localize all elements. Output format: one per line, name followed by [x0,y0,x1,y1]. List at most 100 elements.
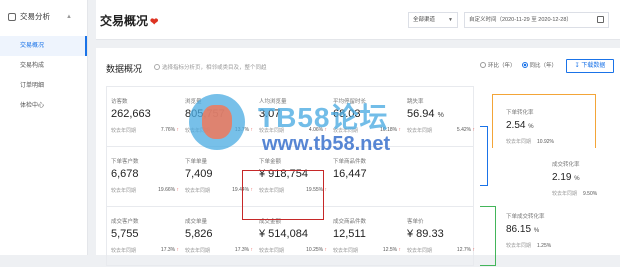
metric-label: 下单金额 [259,159,282,165]
compare-label: 较去年同期 [111,128,137,134]
page-title-text: 交易概况 [100,14,149,28]
compare-label: 较去年同期 [407,248,433,254]
arrow-up-icon: ↑ [250,247,254,253]
metric-number: 12,511 [333,228,366,240]
metric-card[interactable]: 下单商品件数 16,447 [329,147,403,207]
date-range-picker[interactable]: 自定义时间（2020-11-29 至 2020-12-28） [464,12,609,28]
compare-label: 较去年同期 [506,139,532,145]
metric-card[interactable]: 下单客户数 6,678 较去年同期 19.66% ↑ [107,147,181,207]
metric-label: 成交商品件数 [333,219,367,225]
chart-icon [8,12,16,21]
radio-dot [521,62,528,68]
conversion-funnel: 下单转化率 2.54 % 较去年同期 10.92% 成交转化率 2.19 % 较去… [480,94,616,266]
arrow-up-icon: ↑ [250,127,254,133]
compare-pct: 10.92% [537,139,554,145]
metric-card[interactable]: 客单价 ¥ 89.33 较去年同期 12.7% ↑ [403,207,477,267]
metric-number: ¥ 89.33 [407,228,444,240]
metric-number: 5,755 [111,228,139,240]
compare-pct: 17.3% ↑ [235,247,253,253]
funnel-deal-rate-label: 成交转化率 [552,162,580,168]
sidebar-item-composition[interactable]: 交易构成 [0,56,87,76]
caret-down-icon: ▼ [448,17,453,23]
metric-number: 16,447 [333,168,367,180]
metric-unit: % [437,112,444,119]
compare-label: 较去年同期 [111,248,137,254]
metric-value: 56.94 % [407,108,444,120]
compare-pct-value: 17.3% [160,247,176,253]
metric-card[interactable]: 跳失率 56.94 % 较去年同期 5.42% ↑ [403,87,477,147]
metric-compare: 较去年同期 7.76% ↑ [111,127,183,134]
highlight-box [242,170,324,220]
compare-pct: 9.50% [583,191,598,197]
compare-label: 较去年同期 [185,188,211,194]
funnel-order-deal-rate-value: 86.15 % [506,224,539,235]
funnel-order-rate-number: 2.54 [506,120,526,131]
compare-label: 较去年同期 [185,248,211,254]
metric-number: 7,409 [185,168,213,180]
sidebar-section-label: 交易分析 [20,12,50,21]
metric-value: 5,826 [185,228,213,240]
arrow-up-icon: ↑ [398,247,402,253]
compare-label: 较去年同期 [333,248,359,254]
metric-compare: 较去年同期 12.7% ↑ [407,247,479,254]
panel-hint-text: 选择指标分析页，相邻或类目及，整个同趋 [162,65,267,71]
compare-pct: 10.25% ↑ [306,247,327,253]
download-label: 下载数据 [581,63,606,69]
chevron-up-icon: ▲ [66,13,72,20]
metric-number: 56.94 [407,108,435,120]
channel-select[interactable]: 全部渠道 ▼ [408,12,458,28]
metric-card[interactable]: 访客数 262,663 较去年同期 7.76% ↑ [107,87,181,147]
metric-label: 成交单量 [185,219,208,225]
funnel-order-rate-label: 下单转化率 [506,110,534,116]
metric-label: 客单价 [407,219,424,225]
metric-card[interactable]: 成交商品件数 12,511 较去年同期 12.5% ↑ [329,207,403,267]
hand-icon [202,105,232,139]
compare-pct-value: 12.7% [456,247,472,253]
arrow-up-icon: ↑ [176,127,180,133]
radio-mom[interactable]: 环比（年） [480,61,516,69]
metric-label: 成交客户数 [111,219,139,225]
sidebar-item-overview[interactable]: 交易概况 [0,36,87,56]
heart-icon: ❤ [150,17,159,28]
radio-dot [480,62,486,68]
panel-title: 数据概况 [106,64,143,74]
date-range-value: 自定义时间（2020-11-29 至 2020-12-28） [469,17,572,23]
compare-pct-value: 12.5% [382,247,398,253]
metric-label: 下单客户数 [111,159,139,165]
compare-label: 较去年同期 [259,248,285,254]
funnel-deal-rate-number: 2.19 [552,172,572,183]
metric-compare: 较去年同期 17.3% ↑ [185,247,257,254]
arrow-up-icon: ↑ [324,187,328,193]
compare-mode-radios: 环比（年） 同比（年） [480,61,557,69]
metric-compare: 较去年同期 17.3% ↑ [111,247,183,254]
metric-value: 12,511 [333,228,366,240]
arrow-up-icon: ↑ [398,127,402,133]
radio-label: 同比（年） [529,63,558,69]
funnel-connector [480,126,488,186]
page-title: 交易概况 ❤ [100,12,158,29]
sidebar-item-order-details[interactable]: 订单明细 [0,76,87,96]
compare-pct: 12.5% ↑ [383,247,401,253]
sidebar-item-health-center[interactable]: 体检中心 [0,96,87,116]
metric-compare: 较去年同期 10.25% ↑ [259,247,331,254]
compare-pct: 5.42% ↑ [457,127,475,133]
funnel-order-rate-value: 2.54 % [506,120,534,131]
metric-card[interactable]: 成交客户数 5,755 较去年同期 17.3% ↑ [107,207,181,267]
radio-yoy[interactable]: 同比（年） [521,61,558,69]
compare-pct: 7.76% ↑ [161,127,179,133]
metric-number: 5,826 [185,228,213,240]
metric-number: 6,678 [111,168,139,180]
download-data-button[interactable]: ↧ 下载数据 [566,59,614,73]
funnel-deal-rate-unit: % [574,176,580,182]
metric-value: 262,663 [111,108,151,120]
funnel-order-deal-rate-compare: 较去年同期 1.25% [506,242,551,249]
sidebar: 交易分析 ▲ 交易概况 交易构成 订单明细 体检中心 [0,0,88,255]
watermark-brand: TB58论坛 [258,102,389,133]
radio-label: 环比（年） [488,63,516,69]
watermark-logo [189,94,245,150]
info-icon [154,64,160,70]
metric-value: ¥ 514,084 [259,228,308,240]
sidebar-section-header[interactable]: 交易分析 ▲ [0,0,87,22]
arrow-up-icon: ↑ [176,247,180,253]
app-frame: 交易分析 ▲ 交易概况 交易构成 订单明细 体检中心 交易概况 ❤ 全部渠道 ▼ … [0,0,620,266]
